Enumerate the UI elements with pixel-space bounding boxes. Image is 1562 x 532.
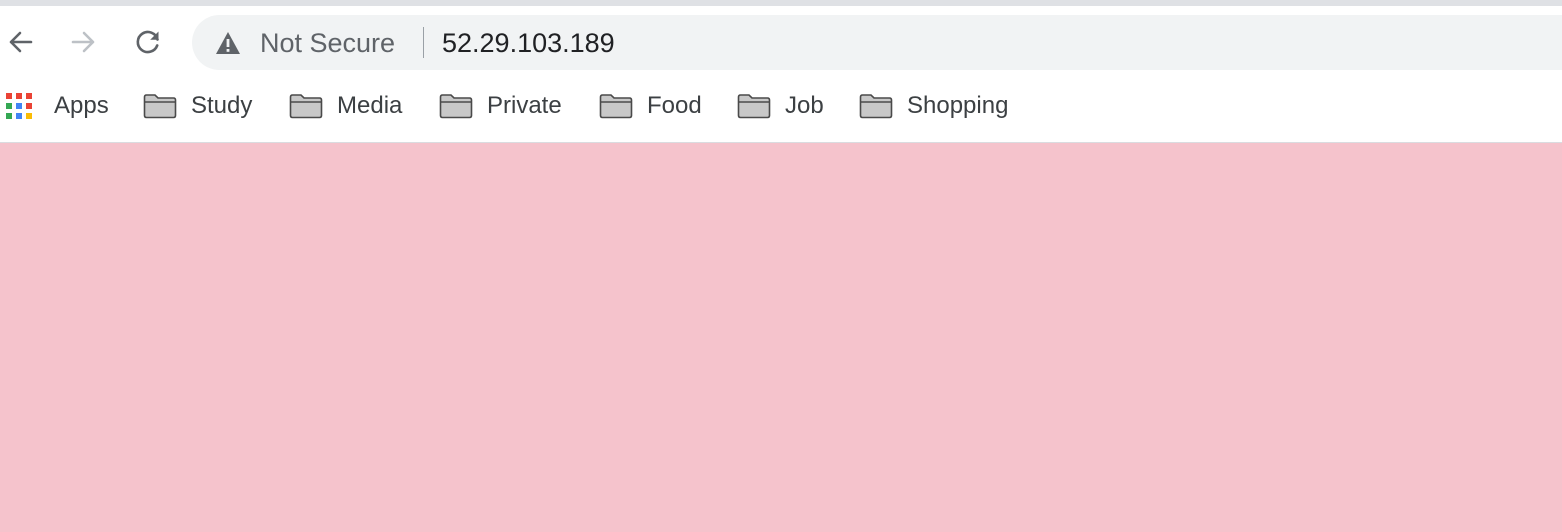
apps-grid-icon bbox=[0, 92, 36, 120]
bookmark-label: Job bbox=[785, 92, 824, 119]
bookmark-label: Shopping bbox=[907, 92, 1009, 119]
bookmark-food[interactable]: Food bbox=[599, 90, 702, 122]
folder-icon bbox=[599, 94, 633, 119]
bookmark-label: Private bbox=[487, 92, 562, 119]
address-bar[interactable]: Not Secure 52.29.103.189 bbox=[192, 15, 1562, 70]
browser-toolbar: Not Secure 52.29.103.189 bbox=[0, 6, 1562, 78]
forward-button[interactable] bbox=[66, 24, 102, 60]
bookmark-job[interactable]: Job bbox=[737, 90, 824, 122]
bookmark-media[interactable]: Media bbox=[289, 90, 402, 122]
back-arrow-icon bbox=[9, 31, 33, 53]
bookmark-private[interactable]: Private bbox=[439, 90, 562, 122]
page-content bbox=[0, 143, 1562, 532]
bookmark-label: Media bbox=[337, 92, 403, 119]
back-button[interactable] bbox=[2, 24, 38, 60]
bookmark-label: Food bbox=[647, 92, 702, 119]
reload-icon bbox=[136, 30, 159, 54]
warning-triangle-icon[interactable] bbox=[214, 29, 242, 57]
bookmark-apps[interactable]: Apps bbox=[0, 90, 109, 122]
bookmarks-bar: Apps Study Media Private Food Job Shoppi… bbox=[0, 78, 1562, 142]
reload-button[interactable] bbox=[130, 24, 166, 60]
folder-icon bbox=[859, 94, 893, 119]
forward-arrow-icon bbox=[71, 31, 95, 53]
security-status-label[interactable]: Not Secure bbox=[260, 27, 395, 59]
folder-icon bbox=[439, 94, 473, 119]
bookmark-study[interactable]: Study bbox=[143, 90, 252, 122]
omnibox-separator bbox=[423, 27, 424, 58]
folder-icon bbox=[737, 94, 771, 119]
bookmark-shopping[interactable]: Shopping bbox=[859, 90, 1008, 122]
bookmark-label: Apps bbox=[54, 92, 109, 119]
folder-icon bbox=[143, 94, 177, 119]
folder-icon bbox=[289, 94, 323, 119]
bookmark-label: Study bbox=[191, 92, 253, 119]
url-text[interactable]: 52.29.103.189 bbox=[442, 27, 615, 59]
